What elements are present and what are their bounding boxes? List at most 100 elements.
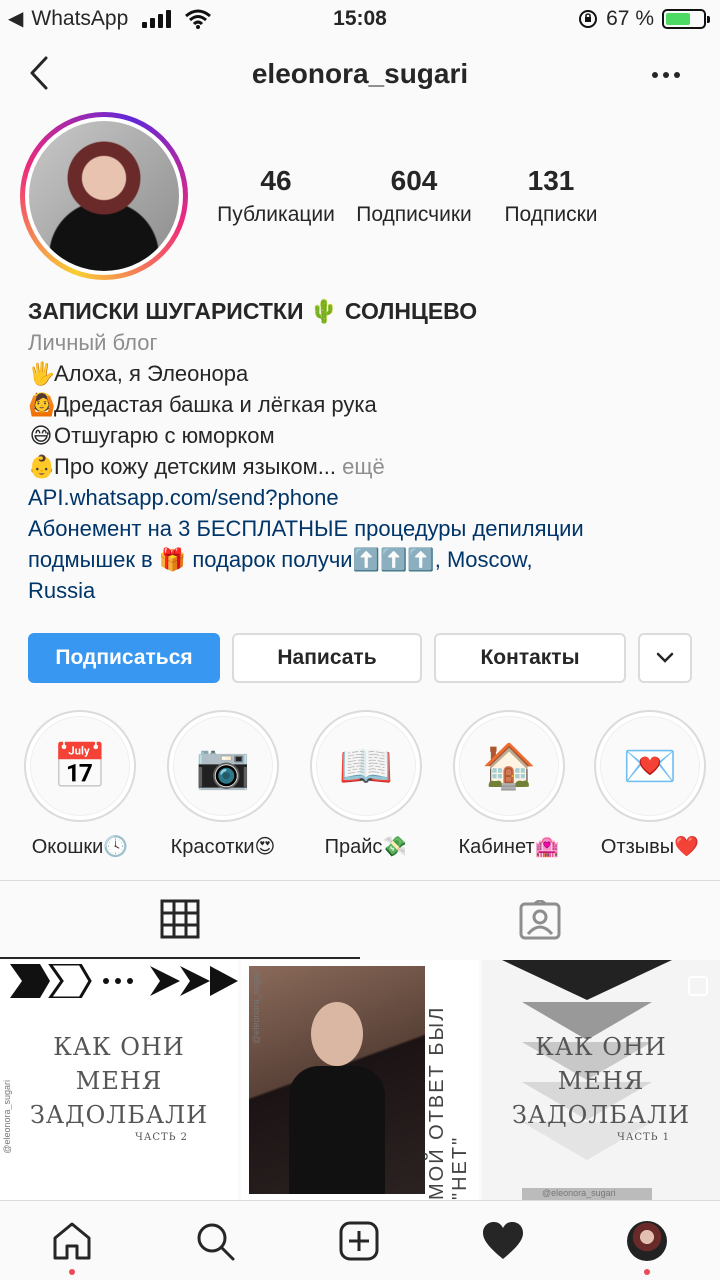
stat-posts-value: 46 [260,165,292,196]
suggested-dropdown-button[interactable] [638,633,692,683]
status-right: 67 % [578,7,710,31]
notification-dot [644,1269,650,1275]
bio-line: 🖐Алоха, я Элеонора [28,358,708,389]
profile-actions: Подписаться Написать Контакты [28,633,692,683]
highlight-cover: 📅 [24,710,136,822]
stat-following-value: 131 [527,165,575,196]
arrows-decoration [10,964,238,998]
bio-text: Про кожу детским языком... [54,454,337,479]
battery-icon [662,9,710,29]
profile-category: Личный блог [28,330,158,355]
post-line: КАК ОНИ [535,1033,667,1061]
post-subtitle: ЧАСТЬ 1 [617,1132,670,1143]
avatar [627,1221,667,1261]
bottom-nav [0,1200,720,1280]
promo-line-3[interactable]: Russia [28,575,708,606]
bio-line: 🙆Дредастая башка и лёгкая рука [28,389,708,420]
bio-text: Отшугарю с юморком [54,423,275,448]
post-thumbnail[interactable]: КАК ОНИ МЕНЯ ЗАДОЛБАЛИ ЧАСТЬ 1 @eleonora… [482,960,720,1200]
post-caption: КАК ОНИ МЕНЯ ЗАДОЛБАЛИ ЧАСТЬ 1 [482,1030,720,1144]
post-line: МЕНЯ [557,1067,645,1095]
bio-line: 😅Отшугарю с юморком [28,420,708,451]
highlight-krasotki[interactable]: 📷 Красотки😍 [151,710,295,859]
status-bar: ◀ WhatsApp 15:08 67 % [0,0,720,40]
carousel-icon [688,976,708,996]
battery-percentage: 67 % [606,7,654,30]
posts-grid: КАК ОНИ МЕНЯ ЗАДОЛБАЛИ ЧАСТЬ 2 @eleonora… [0,960,720,1200]
promo-line-1[interactable]: Абонемент на 3 БЕСПЛАТНЫЕ процедуры депи… [28,513,708,544]
book-icon: 📖 [316,716,416,816]
post-line: ЗАДОЛБАЛИ [29,1101,209,1129]
tab-posts-grid[interactable] [0,881,360,959]
highlight-cover: 📷 [167,710,279,822]
highlight-cover: 🏠 [453,710,565,822]
highlight-kabinet[interactable]: 🏠 Кабинет🏩 [437,710,581,859]
post-caption: КАК ОНИ МЕНЯ ЗАДОЛБАЛИ ЧАСТЬ 2 [0,1030,238,1144]
heart-icon [483,1222,523,1259]
story-avatar[interactable] [20,112,188,280]
contacts-button[interactable]: Контакты [434,633,626,683]
profile-username: eleonora_sugari [251,58,469,89]
stat-followers-value: 604 [390,165,438,196]
camera-icon: 📷 [173,716,273,816]
more-options-icon[interactable] [652,72,680,78]
post-line: КАК ОНИ [53,1033,185,1061]
promo-line-2[interactable]: подмышек в 🎁 подарок получи⬆️⬆️⬆️, Mosco… [28,544,708,575]
post-photo [249,966,425,1194]
tagged-person-icon [519,900,561,940]
post-line: ЗАДОЛБАЛИ [511,1101,691,1129]
bio-more-link[interactable]: ещё [342,454,385,479]
post-line: МЕНЯ [75,1067,163,1095]
bio-emoji: 👶 [28,454,56,479]
post-thumbnail[interactable]: КАК ОНИ МЕНЯ ЗАДОЛБАЛИ ЧАСТЬ 2 @eleonora… [0,960,238,1200]
chevron-down-icon [656,652,674,663]
post-subtitle: ЧАСТЬ 2 [135,1132,188,1143]
house-icon: 🏠 [459,716,559,816]
post-thumbnail[interactable]: МОЙ ОТВЕТ БЫЛ "НЕТ" @eleonora_sugari [241,960,479,1200]
bio-emoji: 😅 [29,423,53,448]
highlight-label: Окошки🕓 [31,836,129,858]
stat-followers-label: Подписчики [356,203,472,226]
nav-search[interactable] [193,1219,237,1263]
profile-bio: ЗАПИСКИ ШУГАРИСТКИ 🌵 СОЛНЦЕВО Личный бло… [28,296,708,606]
stat-following[interactable]: 131 Подписки [486,165,616,227]
stat-followers[interactable]: 604 Подписчики [342,165,486,227]
highlight-cover: 💌 [594,710,706,822]
profile-display-name: ЗАПИСКИ ШУГАРИСТКИ 🌵 СОЛНЦЕВО [28,298,478,324]
message-button[interactable]: Написать [232,633,422,683]
highlight-prais[interactable]: 📖 Прайс💸 [294,710,438,859]
calendar-icon: 📅 [30,716,130,816]
nav-activity[interactable] [481,1219,525,1263]
orientation-lock-icon [579,10,598,28]
highlight-cover: 📖 [310,710,422,822]
website-link[interactable]: API.whatsapp.com/send?phone [28,482,708,513]
bio-emoji: 🖐 [28,361,56,386]
post-caption: МОЙ ОТВЕТ БЫЛ "НЕТ" [426,1005,471,1200]
post-watermark: @eleonora_sugari [2,1080,12,1154]
nav-home[interactable] [50,1219,94,1275]
grid-icon [160,899,200,939]
stat-following-label: Подписки [504,203,598,226]
highlight-label: Красотки😍 [170,836,276,858]
post-watermark: @eleonora_sugari [542,1188,616,1198]
top-nav: eleonora_sugari [0,44,720,104]
envelope-icon: 💌 [600,716,700,816]
avatar-frame [25,117,183,275]
highlight-otzyvy[interactable]: 💌 Отзывы❤️ [578,710,720,859]
follow-button[interactable]: Подписаться [28,633,220,683]
nav-new-post[interactable] [337,1219,381,1263]
highlight-label: Прайс💸 [324,836,408,858]
notification-dot [69,1269,75,1275]
bio-emoji: 🙆 [28,392,56,417]
stat-posts[interactable]: 46 Публикации [210,165,342,227]
nav-profile[interactable] [625,1219,669,1275]
bio-text: Алоха, я Элеонора [54,361,249,386]
bio-line: 👶Про кожу детским языком... ещё [28,451,708,482]
bio-text: Дредастая башка и лёгкая рука [54,392,377,417]
avatar [29,121,179,271]
battery-fill [666,13,691,25]
search-icon [197,1223,235,1261]
tab-tagged[interactable] [360,881,720,959]
highlight-okoshki[interactable]: 📅 Окошки🕓 [8,710,152,859]
profile-stats: 46 Публикации 604 Подписчики 131 Подписк… [210,165,620,227]
